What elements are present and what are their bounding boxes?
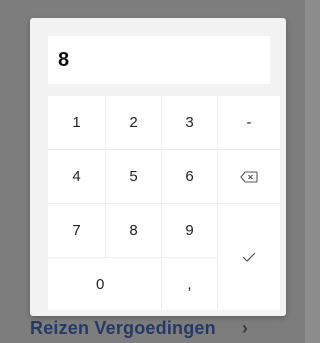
key-0[interactable]: 0 <box>48 258 162 310</box>
background-tabs-label: Reizen Vergoedingen <box>30 318 216 338</box>
backspace-icon <box>240 170 258 183</box>
numeric-keypad-dialog: 8 1 2 3 - 4 5 6 7 8 9 0 , <box>30 18 286 316</box>
background-tabs-text: Reizen Vergoedingen › <box>30 318 248 339</box>
backspace-button[interactable] <box>218 150 280 204</box>
chevron-right-icon: › <box>241 318 249 338</box>
checkmark-icon <box>242 252 256 262</box>
key-5[interactable]: 5 <box>106 150 162 204</box>
key-4[interactable]: 4 <box>48 150 106 204</box>
key-6[interactable]: 6 <box>162 150 218 204</box>
done-button[interactable] <box>218 204 280 310</box>
key-minus[interactable]: - <box>218 96 280 150</box>
display-value: 8 <box>58 49 70 71</box>
key-8[interactable]: 8 <box>106 204 162 258</box>
key-comma[interactable]: , <box>162 258 218 310</box>
key-1[interactable]: 1 <box>48 96 106 150</box>
key-3[interactable]: 3 <box>162 96 218 150</box>
key-9[interactable]: 9 <box>162 204 218 258</box>
keypad-grid: 1 2 3 - 4 5 6 7 8 9 0 , <box>48 96 280 310</box>
key-2[interactable]: 2 <box>106 96 162 150</box>
value-display: 8 <box>48 36 270 84</box>
key-7[interactable]: 7 <box>48 204 106 258</box>
